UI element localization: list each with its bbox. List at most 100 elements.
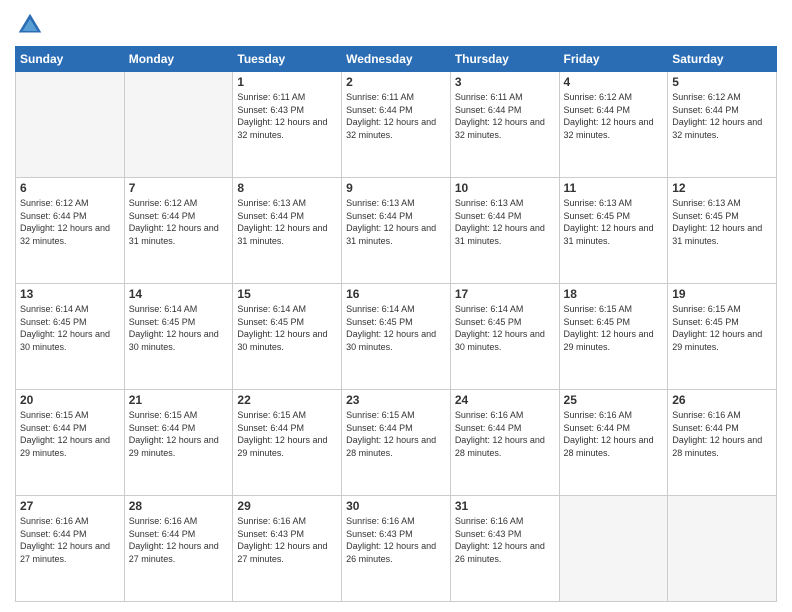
day-number: 9 (346, 181, 446, 195)
calendar-header-wednesday: Wednesday (342, 47, 451, 72)
calendar-cell (16, 72, 125, 178)
calendar-cell: 24 Sunrise: 6:16 AMSunset: 6:44 PMDayligh… (450, 390, 559, 496)
day-number: 11 (564, 181, 664, 195)
day-info: Sunrise: 6:15 AMSunset: 6:44 PMDaylight:… (237, 409, 337, 459)
calendar-cell: 2 Sunrise: 6:11 AMSunset: 6:44 PMDaylight… (342, 72, 451, 178)
day-info: Sunrise: 6:11 AMSunset: 6:44 PMDaylight:… (455, 91, 555, 141)
calendar-cell: 16 Sunrise: 6:14 AMSunset: 6:45 PMDayligh… (342, 284, 451, 390)
day-number: 21 (129, 393, 229, 407)
calendar-cell: 8 Sunrise: 6:13 AMSunset: 6:44 PMDaylight… (233, 178, 342, 284)
calendar-table: SundayMondayTuesdayWednesdayThursdayFrid… (15, 46, 777, 602)
day-info: Sunrise: 6:16 AMSunset: 6:43 PMDaylight:… (455, 515, 555, 565)
day-number: 29 (237, 499, 337, 513)
day-info: Sunrise: 6:16 AMSunset: 6:44 PMDaylight:… (455, 409, 555, 459)
calendar-cell: 4 Sunrise: 6:12 AMSunset: 6:44 PMDaylight… (559, 72, 668, 178)
calendar-cell: 5 Sunrise: 6:12 AMSunset: 6:44 PMDaylight… (668, 72, 777, 178)
day-info: Sunrise: 6:16 AMSunset: 6:43 PMDaylight:… (237, 515, 337, 565)
calendar-cell: 10Sunrise: 6:13 AMSunset: 6:44 PMDayligh… (450, 178, 559, 284)
calendar-header-monday: Monday (124, 47, 233, 72)
day-number: 23 (346, 393, 446, 407)
day-number: 8 (237, 181, 337, 195)
day-info: Sunrise: 6:16 AMSunset: 6:44 PMDaylight:… (672, 409, 772, 459)
calendar-week-row: 6Sunrise: 6:12 AMSunset: 6:44 PMDaylight… (16, 178, 777, 284)
page: SundayMondayTuesdayWednesdayThursdayFrid… (0, 0, 792, 612)
day-info: Sunrise: 6:14 AMSunset: 6:45 PMDaylight:… (237, 303, 337, 353)
calendar-cell: 27Sunrise: 6:16 AMSunset: 6:44 PMDayligh… (16, 496, 125, 602)
day-number: 5 (672, 75, 772, 89)
day-number: 31 (455, 499, 555, 513)
day-info: Sunrise: 6:13 AMSunset: 6:45 PMDaylight:… (672, 197, 772, 247)
calendar-cell: 6Sunrise: 6:12 AMSunset: 6:44 PMDaylight… (16, 178, 125, 284)
calendar-cell: 30 Sunrise: 6:16 AMSunset: 6:43 PMDayligh… (342, 496, 451, 602)
day-info: Sunrise: 6:12 AMSunset: 6:44 PMDaylight:… (672, 91, 772, 141)
calendar-cell: 14 Sunrise: 6:14 AMSunset: 6:45 PMDayligh… (124, 284, 233, 390)
day-info: Sunrise: 6:15 AMSunset: 6:45 PMDaylight:… (564, 303, 664, 353)
day-number: 3 (455, 75, 555, 89)
calendar-header-saturday: Saturday (668, 47, 777, 72)
day-info: Sunrise: 6:16 AMSunset: 6:44 PMDaylight:… (20, 515, 120, 565)
calendar-cell: 25 Sunrise: 6:16 AMSunset: 6:44 PMDayligh… (559, 390, 668, 496)
day-number: 24 (455, 393, 555, 407)
day-number: 22 (237, 393, 337, 407)
calendar-cell: 20 Sunrise: 6:15 AMSunset: 6:44 PMDayligh… (16, 390, 125, 496)
calendar-cell: 31 Sunrise: 6:16 AMSunset: 6:43 PMDayligh… (450, 496, 559, 602)
logo (15, 10, 49, 40)
day-info: Sunrise: 6:16 AMSunset: 6:43 PMDaylight:… (346, 515, 446, 565)
logo-icon (15, 10, 45, 40)
calendar-cell: 9Sunrise: 6:13 AMSunset: 6:44 PMDaylight… (342, 178, 451, 284)
day-info: Sunrise: 6:14 AMSunset: 6:45 PMDaylight:… (455, 303, 555, 353)
day-number: 7 (129, 181, 229, 195)
day-number: 14 (129, 287, 229, 301)
day-info: Sunrise: 6:12 AMSunset: 6:44 PMDaylight:… (129, 197, 229, 247)
day-number: 2 (346, 75, 446, 89)
calendar-cell: 13 Sunrise: 6:14 AMSunset: 6:45 PMDayligh… (16, 284, 125, 390)
calendar-header-row: SundayMondayTuesdayWednesdayThursdayFrid… (16, 47, 777, 72)
day-info: Sunrise: 6:15 AMSunset: 6:44 PMDaylight:… (346, 409, 446, 459)
day-number: 20 (20, 393, 120, 407)
day-number: 16 (346, 287, 446, 301)
day-info: Sunrise: 6:14 AMSunset: 6:45 PMDaylight:… (20, 303, 120, 353)
day-number: 18 (564, 287, 664, 301)
day-number: 30 (346, 499, 446, 513)
calendar-header-sunday: Sunday (16, 47, 125, 72)
day-info: Sunrise: 6:14 AMSunset: 6:45 PMDaylight:… (129, 303, 229, 353)
calendar-cell (559, 496, 668, 602)
calendar-cell: 3 Sunrise: 6:11 AMSunset: 6:44 PMDaylight… (450, 72, 559, 178)
calendar-cell: 19Sunrise: 6:15 AMSunset: 6:45 PMDayligh… (668, 284, 777, 390)
day-info: Sunrise: 6:15 AMSunset: 6:44 PMDaylight:… (129, 409, 229, 459)
day-info: Sunrise: 6:11 AMSunset: 6:44 PMDaylight:… (346, 91, 446, 141)
day-info: Sunrise: 6:16 AMSunset: 6:44 PMDaylight:… (129, 515, 229, 565)
calendar-cell: 7 Sunrise: 6:12 AMSunset: 6:44 PMDaylight… (124, 178, 233, 284)
calendar-cell: 29 Sunrise: 6:16 AMSunset: 6:43 PMDayligh… (233, 496, 342, 602)
calendar-header-friday: Friday (559, 47, 668, 72)
day-info: Sunrise: 6:12 AMSunset: 6:44 PMDaylight:… (564, 91, 664, 141)
day-info: Sunrise: 6:13 AMSunset: 6:44 PMDaylight:… (237, 197, 337, 247)
calendar-cell (668, 496, 777, 602)
day-info: Sunrise: 6:16 AMSunset: 6:44 PMDaylight:… (564, 409, 664, 459)
day-number: 15 (237, 287, 337, 301)
calendar-cell: 12 Sunrise: 6:13 AMSunset: 6:45 PMDayligh… (668, 178, 777, 284)
header (15, 10, 777, 40)
day-info: Sunrise: 6:12 AMSunset: 6:44 PMDaylight:… (20, 197, 120, 247)
day-info: Sunrise: 6:13 AMSunset: 6:44 PMDaylight:… (455, 197, 555, 247)
day-number: 12 (672, 181, 772, 195)
day-number: 28 (129, 499, 229, 513)
day-info: Sunrise: 6:14 AMSunset: 6:45 PMDaylight:… (346, 303, 446, 353)
day-info: Sunrise: 6:15 AMSunset: 6:44 PMDaylight:… (20, 409, 120, 459)
day-info: Sunrise: 6:13 AMSunset: 6:45 PMDaylight:… (564, 197, 664, 247)
calendar-cell: 18 Sunrise: 6:15 AMSunset: 6:45 PMDayligh… (559, 284, 668, 390)
calendar-cell: 28 Sunrise: 6:16 AMSunset: 6:44 PMDayligh… (124, 496, 233, 602)
day-number: 1 (237, 75, 337, 89)
calendar-cell: 15 Sunrise: 6:14 AMSunset: 6:45 PMDayligh… (233, 284, 342, 390)
day-number: 4 (564, 75, 664, 89)
calendar-cell: 26Sunrise: 6:16 AMSunset: 6:44 PMDayligh… (668, 390, 777, 496)
calendar-header-thursday: Thursday (450, 47, 559, 72)
day-number: 25 (564, 393, 664, 407)
calendar-week-row: 20 Sunrise: 6:15 AMSunset: 6:44 PMDayligh… (16, 390, 777, 496)
day-number: 13 (20, 287, 120, 301)
day-number: 19 (672, 287, 772, 301)
day-number: 17 (455, 287, 555, 301)
calendar-cell (124, 72, 233, 178)
calendar-cell: 23 Sunrise: 6:15 AMSunset: 6:44 PMDayligh… (342, 390, 451, 496)
day-info: Sunrise: 6:11 AMSunset: 6:43 PMDaylight:… (237, 91, 337, 141)
